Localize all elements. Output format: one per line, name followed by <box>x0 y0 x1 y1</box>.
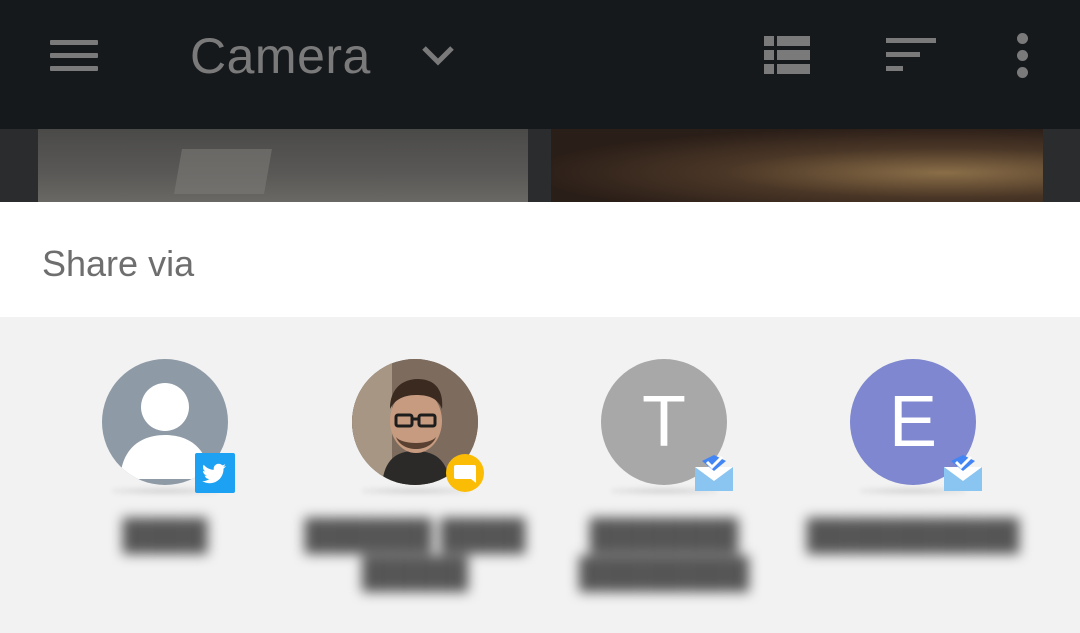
more-vert-icon[interactable] <box>1014 33 1030 79</box>
photo-thumbnail[interactable] <box>38 129 528 202</box>
share-target-contact[interactable]: E ██████████ <box>798 359 1028 619</box>
inbox-icon <box>694 453 734 493</box>
inbox-icon <box>943 453 983 493</box>
allo-icon <box>445 453 485 493</box>
list-view-icon[interactable] <box>764 36 810 74</box>
contact-name: ████ <box>122 519 208 552</box>
share-target-contact[interactable]: ██████ ████ █████ <box>300 359 530 619</box>
menu-icon[interactable] <box>50 40 98 72</box>
share-target-contact[interactable]: T ███████ ████████ <box>549 359 779 619</box>
share-targets: ████ ██████ ████ █████ T ███████ ███████… <box>0 317 1080 633</box>
photo-thumbnail[interactable] <box>551 129 1043 202</box>
album-title[interactable]: Camera <box>190 26 371 86</box>
avatar-letter: E <box>888 382 938 462</box>
contact-name: ██████ ████ █████ <box>304 519 526 590</box>
share-sheet-header: Share via <box>0 202 1080 317</box>
contact-name: ██████████ <box>806 519 1020 552</box>
share-sheet-title: Share via <box>42 243 195 284</box>
top-app-bar: Camera <box>0 0 1080 129</box>
share-target-contact[interactable]: ████ <box>50 359 280 619</box>
contact-name: ███████ ████████ <box>578 519 750 590</box>
sort-icon[interactable] <box>886 38 936 72</box>
photo-grid <box>0 129 1080 202</box>
twitter-icon <box>195 453 235 493</box>
chevron-down-icon[interactable] <box>420 40 456 70</box>
avatar-letter: T <box>642 382 686 462</box>
